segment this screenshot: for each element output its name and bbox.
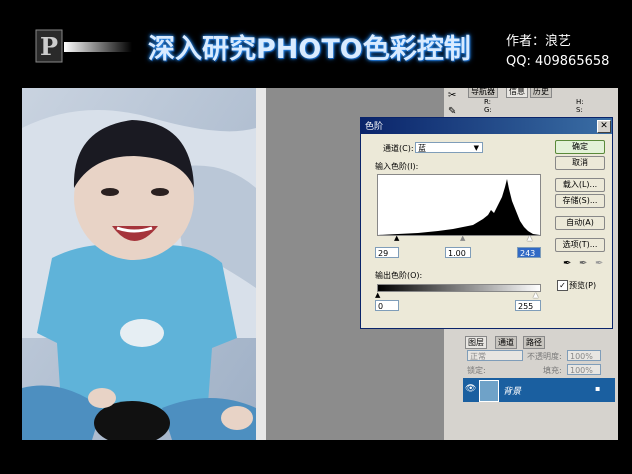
input-black-field[interactable]: 29 [375,247,399,258]
fill-input[interactable]: 100% [567,364,601,375]
info-h-label: H: [576,98,584,106]
channel-select[interactable]: 蓝 ▼ [415,142,483,153]
tab-navigator[interactable]: 导航器 [468,88,498,98]
dialog-titlebar[interactable]: 色阶 ✕ [361,118,612,134]
dialog-title: 色阶 [365,122,384,132]
channel-label: 通道(C): [383,144,414,153]
layer-name[interactable]: 背景 [503,384,521,397]
black-point-slider[interactable]: ▲ [394,235,399,242]
output-black-slider[interactable]: ▲ [375,292,380,299]
auto-button[interactable]: 自动(A) [555,216,605,230]
eyedropper-tool-icon[interactable]: ✎ [448,106,456,117]
layer-thumbnail [479,380,499,402]
tab-layers[interactable]: 图层 [465,336,487,349]
qq-label: QQ: 409865658 [506,54,610,69]
info-r-label: R: [484,98,492,106]
save-button[interactable]: 存储(S)... [555,194,605,208]
svg-text:P: P [40,32,58,61]
lock-label: 锁定: [467,366,486,375]
opacity-input[interactable]: 100% [567,350,601,361]
document-canvas[interactable] [22,88,258,440]
opacity-label: 不透明度: [527,352,562,361]
output-white-slider[interactable]: ▲ [533,292,538,299]
output-black-field[interactable]: 0 [375,300,399,311]
baby-photo [22,88,256,440]
levels-dialog: 色阶 ✕ 通道(C): 蓝 ▼ 输入色阶(I): ▲ ▲ ▲ 29 1.00 2… [360,117,613,329]
banner: P 深入研究PHOTO色彩控制 作者：浪艺 QQ: 409865658 [0,0,632,82]
tab-history[interactable]: 历史 [530,88,552,98]
channel-value: 蓝 [418,144,426,153]
ok-button[interactable]: 确定 [555,140,605,154]
white-eyedropper-icon[interactable]: ✒ [595,258,603,269]
output-slider-track[interactable]: ▲ ▲ [375,292,539,299]
info-g-label: G: [484,106,492,114]
photoshop-screen: ✂ ✎ 导航器 信息 历史 R: G: H: S: 图层 通道 路径 正常 不透… [22,88,618,440]
load-button[interactable]: 载入(L)... [555,178,605,192]
layer-row-background[interactable]: 👁 背景 ▪ [463,378,615,402]
black-eyedropper-icon[interactable]: ✒ [563,258,571,269]
histogram [377,174,541,236]
banner-title: 深入研究PHOTO色彩控制 [148,34,471,65]
input-gray-field[interactable]: 1.00 [445,247,471,258]
close-icon[interactable]: ✕ [597,120,611,133]
canvas-scrollbar[interactable] [258,88,266,440]
info-s-label: S: [576,106,583,114]
options-button[interactable]: 选项(T)... [555,238,605,252]
blend-mode-select[interactable]: 正常 [467,350,523,361]
fill-label: 填充: [543,366,562,375]
output-white-field[interactable]: 255 [515,300,541,311]
tab-channels[interactable]: 通道 [495,336,517,349]
input-white-field[interactable]: 243 [517,247,541,258]
white-point-slider[interactable]: ▲ [527,235,532,242]
info-panel: 导航器 信息 历史 R: G: H: S: [466,88,618,118]
input-slider-track[interactable]: ▲ ▲ ▲ [377,235,539,242]
output-levels-label: 输出色阶(O): [375,271,423,280]
output-gradient-bar [377,284,541,292]
preview-label: 预览(P) [569,281,597,290]
lock-icon: ▪ [595,384,601,393]
visibility-eye-icon[interactable]: 👁 [465,384,476,394]
tab-info[interactable]: 信息 [506,88,528,98]
layers-panel: 图层 通道 路径 正常 不透明度: 100% 锁定: 填充: 100% 👁 背景… [463,334,615,440]
photo-logo: P [35,29,132,63]
input-levels-label: 输入色阶(I): [375,162,419,171]
gray-eyedropper-icon[interactable]: ✒ [579,258,587,269]
cancel-button[interactable]: 取消 [555,156,605,170]
author-label: 作者：浪艺 [506,34,572,49]
chevron-down-icon: ▼ [473,144,479,152]
crop-tool-icon[interactable]: ✂ [448,90,456,101]
preview-checkbox[interactable]: ✓ [557,280,568,291]
tab-paths[interactable]: 路径 [523,336,545,349]
gray-point-slider[interactable]: ▲ [460,235,465,242]
